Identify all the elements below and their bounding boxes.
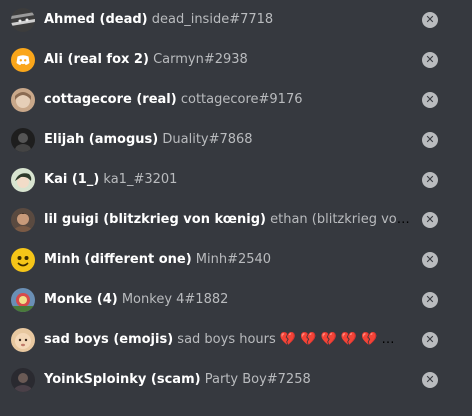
member-nickname: lil guigi (blitzkrieg von kœnig) [44,212,266,227]
remove-member-button[interactable] [422,92,438,108]
member-username: sad boys hours 💔 💔 💔 💔 💔 🙄 🙄 🙄... [177,332,410,347]
member-username: dead_inside#7718 [151,12,274,27]
member-row[interactable]: Elijah (amogus) Duality#7868 [0,120,472,160]
yellow-emoji-avatar-icon [11,248,35,272]
dark-portrait-avatar-icon [11,368,35,392]
baby-face-avatar-icon [11,328,35,352]
portrait-avatar-icon [11,208,35,232]
member-row[interactable]: Ali (real fox 2) Carmyn#2938 [0,40,472,80]
remove-member-button[interactable] [422,52,438,68]
member-label: Elijah (amogus) Duality#7868 [44,131,410,149]
member-row[interactable]: sad boys (emojis) sad boys hours 💔 💔 💔 💔… [0,320,472,360]
member-nickname: Kai (1_) [44,172,100,187]
member-row[interactable]: Minh (different one) Minh#2540 [0,240,472,280]
member-label: Monke (4) Monkey 4#1882 [44,291,410,309]
member-row[interactable]: Monke (4) Monkey 4#1882 [0,280,472,320]
remove-member-button[interactable] [422,132,438,148]
striped-face-avatar-icon [11,8,35,32]
member-nickname: YoinkSploinky (scam) [44,372,201,387]
member-username: ethan (blitzkrieg von koenig)#... [270,212,410,227]
remove-member-button[interactable] [422,292,438,308]
member-username: cottagecore#9176 [180,92,303,107]
remove-member-button[interactable] [422,172,438,188]
member-label: Minh (different one) Minh#2540 [44,251,410,269]
member-username: Minh#2540 [195,252,272,267]
member-nickname: Monke (4) [44,292,118,307]
member-username: Monkey 4#1882 [121,292,229,307]
member-label: Kai (1_) ka1_#3201 [44,171,410,189]
member-label: YoinkSploinky (scam) Party Boy#7258 [44,371,410,389]
member-nickname: Ahmed (dead) [44,12,148,27]
anime-girl-avatar-icon [11,88,35,112]
member-nickname: Minh (different one) [44,252,192,267]
member-nickname: Ali (real fox 2) [44,52,149,67]
member-label: lil guigi (blitzkrieg von kœnig) ethan (… [44,211,410,229]
remove-member-button[interactable] [422,12,438,28]
member-row[interactable]: lil guigi (blitzkrieg von kœnig) ethan (… [0,200,472,240]
remove-member-button[interactable] [422,212,438,228]
member-row[interactable]: Ahmed (dead) dead_inside#7718 [0,0,472,40]
member-nickname: sad boys (emojis) [44,332,174,347]
remove-member-button[interactable] [422,332,438,348]
member-label: Ahmed (dead) dead_inside#7718 [44,11,410,29]
remove-member-button[interactable] [422,372,438,388]
member-label: Ali (real fox 2) Carmyn#2938 [44,51,410,69]
member-username: Duality#7868 [162,132,253,147]
group-member-list: Ahmed (dead) dead_inside#7718 Ali (real … [0,0,472,416]
member-label: sad boys (emojis) sad boys hours 💔 💔 💔 💔… [44,331,410,349]
member-label: cottagecore (real) cottagecore#9176 [44,91,410,109]
member-username: Carmyn#2938 [153,52,248,67]
member-nickname: Elijah (amogus) [44,132,159,147]
anime-character-avatar-icon [11,168,35,192]
member-username: Party Boy#7258 [204,372,311,387]
member-row[interactable]: cottagecore (real) cottagecore#9176 [0,80,472,120]
member-username: ka1_#3201 [103,172,178,187]
dark-figure-avatar-icon [11,128,35,152]
colorful-avatar-icon [11,288,35,312]
discord-logo-icon [11,48,35,72]
member-row[interactable]: YoinkSploinky (scam) Party Boy#7258 [0,360,472,400]
member-nickname: cottagecore (real) [44,92,177,107]
remove-member-button[interactable] [422,252,438,268]
member-row[interactable]: Kai (1_) ka1_#3201 [0,160,472,200]
